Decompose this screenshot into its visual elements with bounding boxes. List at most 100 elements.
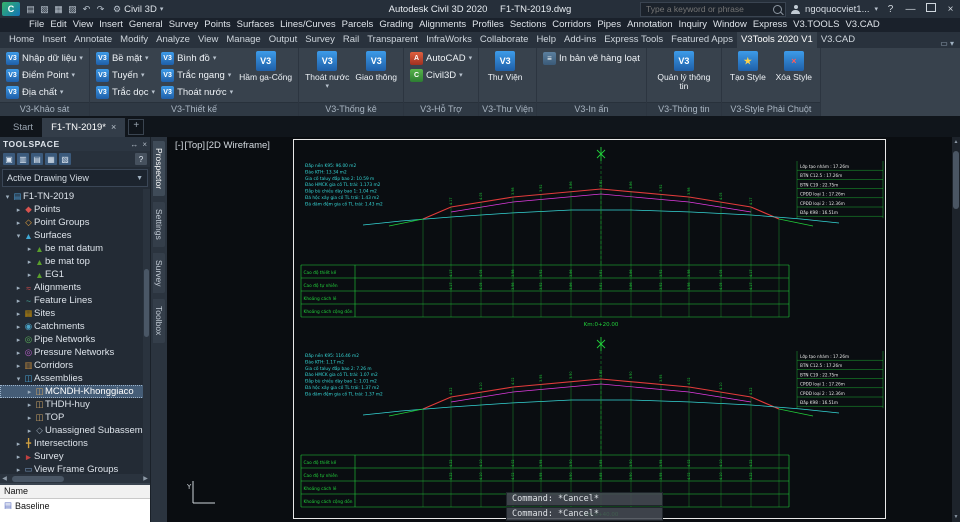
tree-item-intersections[interactable]: ▸╋Intersections [0, 437, 150, 450]
file-tab-start[interactable]: Start [4, 118, 42, 137]
view-direction-control[interactable]: [Top] [184, 140, 205, 151]
qat-redo-icon[interactable]: ↷ [94, 4, 107, 15]
ribbon-tab-infraworks[interactable]: InfraWorks [422, 32, 476, 48]
ribbon-button-diem-point[interactable]: V3Điểm Point▾ [4, 67, 85, 83]
restore-button[interactable] [923, 3, 938, 15]
ribbon-button-binh-do[interactable]: V3Bình đồ▾ [159, 50, 235, 66]
help-search[interactable] [640, 2, 786, 17]
minimize-button[interactable]: — [903, 4, 918, 15]
new-tab-button[interactable]: + [128, 119, 144, 135]
expand-icon[interactable]: ▸ [25, 401, 34, 409]
expand-icon[interactable]: ▸ [14, 297, 23, 305]
menu-grading[interactable]: Grading [376, 18, 416, 32]
scroll-left-icon[interactable]: ◀ [0, 475, 9, 482]
item-view-icon[interactable]: ▥ [17, 153, 29, 165]
chevron-down-icon[interactable]: ▾ [874, 5, 878, 13]
tree-item-be-mat-datum[interactable]: ▸▲be mat datum [0, 242, 150, 255]
menu-v3-tools[interactable]: V3.TOOLS [790, 18, 842, 32]
tree-item-alignments[interactable]: ▸≈Alignments [0, 281, 150, 294]
ribbon-tab-featured-apps[interactable]: Featured Apps [667, 32, 737, 48]
ribbon-button-in-ban-ve-hang-loat[interactable]: ≡In bản vẽ hàng loạt [541, 50, 642, 66]
menu-points[interactable]: Points [201, 18, 233, 32]
menu-survey[interactable]: Survey [166, 18, 202, 32]
toolspace-tab-prospector[interactable]: Prospector [153, 141, 165, 196]
scroll-down-icon[interactable]: ▼ [952, 514, 960, 520]
ribbon-tab-v3-cad[interactable]: V3.CAD [817, 32, 859, 48]
ribbon-tab-add-ins[interactable]: Add-ins [560, 32, 600, 48]
expand-icon[interactable]: ▸ [14, 219, 23, 227]
event-viewer-icon[interactable]: ▧ [59, 153, 71, 165]
ribbon-tab-survey[interactable]: Survey [301, 32, 339, 48]
ribbon-button-thoat-nuoc[interactable]: V3Thoát nước▾ [303, 50, 351, 90]
tree-item-feature-lines[interactable]: ▸~Feature Lines [0, 294, 150, 307]
qat-undo-icon[interactable]: ↶ [80, 4, 93, 15]
ribbon-tab-v3tools-2020-v1[interactable]: V3Tools 2020 V1 [737, 32, 817, 48]
user-avatar-icon[interactable] [791, 5, 800, 14]
expand-icon[interactable]: ▸ [14, 284, 23, 292]
menu-window[interactable]: Window [710, 18, 750, 32]
qat-new-icon[interactable]: ▤ [24, 4, 37, 15]
command-line-entry[interactable]: Command: *Cancel* [506, 507, 663, 521]
qat-plot-icon[interactable]: ▨ [66, 4, 79, 15]
tree-item-catchments[interactable]: ▸◉Catchments [0, 320, 150, 333]
ribbon-tab-transparent[interactable]: Transparent [363, 32, 422, 48]
close-button[interactable]: × [943, 4, 958, 15]
auto-hide-icon[interactable]: ↔ [130, 140, 138, 149]
list-column-header[interactable]: Name [0, 485, 150, 499]
ribbon-tab-view[interactable]: View [194, 32, 222, 48]
workspace-switcher[interactable]: ⚙ Civil 3D ▾ [113, 4, 163, 15]
command-line-entry[interactable]: Command: *Cancel* [506, 492, 663, 506]
ribbon-display-toggle-icon[interactable]: ▭ ▾ [940, 39, 960, 48]
menu-inquiry[interactable]: Inquiry [676, 18, 711, 32]
search-icon[interactable] [773, 5, 782, 14]
tree-item-assemblies[interactable]: ▾◫Assemblies [0, 372, 150, 385]
ribbon-button-trac-ngang[interactable]: V3Trắc ngang▾ [159, 67, 235, 83]
search-input[interactable] [644, 3, 773, 15]
tree-item-corridors[interactable]: ▸▥Corridors [0, 359, 150, 372]
master-view-icon[interactable]: ▤ [31, 153, 43, 165]
ribbon-button-ham-ga-cong[interactable]: V3Hầm ga-Cống [237, 50, 294, 82]
visual-style-control[interactable]: [2D Wireframe] [206, 140, 270, 151]
menu-v3-cad[interactable]: V3.CAD [842, 18, 882, 32]
menu-profiles[interactable]: Profiles [469, 18, 507, 32]
tree-item-survey[interactable]: ▸►Survey [0, 450, 150, 463]
menu-lines-curves[interactable]: Lines/Curves [277, 18, 338, 32]
menu-sections[interactable]: Sections [507, 18, 549, 32]
menu-file[interactable]: File [26, 18, 47, 32]
tree-item-mcndh-khonggiaco[interactable]: ▸◫MCNDH-Khonggiaco [0, 385, 150, 398]
ribbon-tab-annotate[interactable]: Annotate [70, 32, 116, 48]
model-space-view[interactable]: Đắp nền K95: 96.00 m2Đào KTH: 13.34 m2Gi… [167, 137, 953, 522]
menu-alignments[interactable]: Alignments [416, 18, 469, 32]
toolspace-tab-survey[interactable]: Survey [153, 253, 165, 293]
ribbon-tab-insert[interactable]: Insert [38, 32, 70, 48]
expand-icon[interactable]: ▸ [25, 414, 34, 422]
menu-pipes[interactable]: Pipes [594, 18, 624, 32]
command-line[interactable]: Command: *Cancel*Command: *Cancel* [506, 492, 663, 522]
tree-item-be-mat-top[interactable]: ▸▲be mat top [0, 255, 150, 268]
tree-item-view-frame-groups[interactable]: ▸▭View Frame Groups [0, 463, 150, 474]
viewport-menu-control[interactable]: [-] [175, 140, 183, 151]
tree-item-f1-tn-2019[interactable]: ▾▤F1-TN-2019 [0, 190, 150, 203]
ribbon-button-thu-vien[interactable]: V3Thư Viện [483, 50, 527, 82]
qat-save-icon[interactable]: ▦ [52, 4, 65, 15]
expand-icon[interactable]: ▸ [25, 271, 34, 279]
open-drawing-icon[interactable]: ▣ [3, 153, 15, 165]
expand-icon[interactable]: ▸ [25, 258, 34, 266]
ribbon-tab-analyze[interactable]: Analyze [152, 32, 194, 48]
menu-annotation[interactable]: Annotation [624, 18, 675, 32]
ribbon-button-tao-style[interactable]: ★Tạo Style [726, 50, 770, 82]
menu-corridors[interactable]: Corridors [549, 18, 594, 32]
menu-general[interactable]: General [126, 18, 166, 32]
ribbon-tab-express-tools[interactable]: Express Tools [600, 32, 667, 48]
ribbon-tab-manage[interactable]: Manage [222, 32, 264, 48]
signed-in-user[interactable]: ngoquocviet1... [805, 4, 869, 15]
ribbon-button-giao-thong[interactable]: V3Giao thông [353, 50, 399, 82]
expand-icon[interactable]: ▸ [14, 362, 23, 370]
ribbon-tab-help[interactable]: Help [532, 32, 560, 48]
ribbon-tab-output[interactable]: Output [265, 32, 302, 48]
menu-insert[interactable]: Insert [96, 18, 126, 32]
help-icon[interactable]: ? [883, 4, 898, 15]
ribbon-tab-rail[interactable]: Rail [339, 32, 363, 48]
file-tab-f1-tn-2019[interactable]: F1-TN-2019*× [42, 118, 125, 137]
ribbon-button-quan-ly-thong-tin[interactable]: V3Quản lý thông tin [651, 50, 717, 91]
